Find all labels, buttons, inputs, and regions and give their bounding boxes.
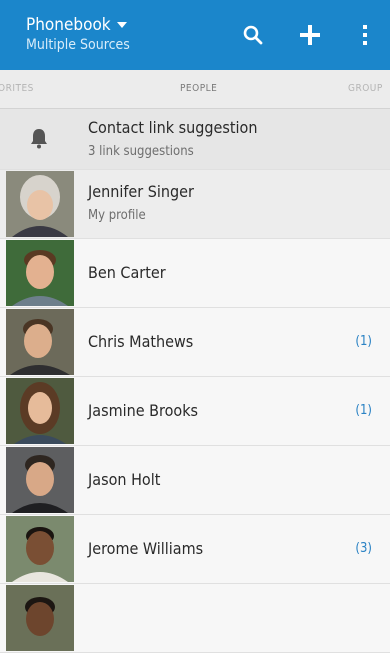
contact-name: Ben Carter: [88, 263, 166, 282]
suggestion-title: Contact link suggestion: [88, 118, 258, 137]
contact-subtitle: My profile: [88, 208, 146, 223]
contact-row[interactable]: Ben Carter: [0, 239, 390, 308]
contact-row[interactable]: Jason Holt: [0, 446, 390, 515]
phonebook-source-selector[interactable]: Phonebook Multiple Sources: [26, 14, 130, 54]
page-subtitle: Multiple Sources: [26, 37, 130, 53]
contact-name: Chris Mathews: [88, 332, 194, 351]
page-title: Phonebook: [26, 15, 111, 35]
tab-groups[interactable]: GROUP: [348, 83, 383, 94]
add-icon[interactable]: [295, 20, 325, 50]
contact-name: Jasmine Brooks: [88, 401, 199, 420]
tab-people[interactable]: PEOPLE: [180, 83, 217, 94]
unread-count-badge: (3): [355, 541, 372, 556]
contact-row[interactable]: Chris Mathews (1): [0, 308, 390, 377]
contact-row-partial[interactable]: [0, 584, 390, 653]
contact-row[interactable]: Jerome Williams (3): [0, 515, 390, 584]
suggestion-subtitle: 3 link suggestions: [88, 144, 194, 159]
avatar: [6, 240, 74, 306]
bell-icon: [28, 127, 50, 153]
avatar: [6, 585, 74, 651]
tab-bar: ORITES PEOPLE GROUP: [0, 70, 390, 109]
avatar: [6, 378, 74, 444]
avatar: [6, 171, 74, 237]
unread-count-badge: (1): [355, 403, 372, 418]
avatar: [6, 447, 74, 513]
chevron-down-icon: [116, 22, 127, 28]
contact-list: Contact link suggestion 3 link suggestio…: [0, 109, 390, 653]
more-vert-icon[interactable]: [350, 20, 380, 50]
contact-name: Jennifer Singer: [88, 182, 194, 201]
search-icon[interactable]: [238, 20, 268, 50]
avatar: [6, 516, 74, 582]
contact-row[interactable]: Jasmine Brooks (1): [0, 377, 390, 446]
app-header: Phonebook Multiple Sources: [0, 0, 390, 70]
contact-name: Jerome Williams: [88, 539, 204, 558]
contact-link-suggestion-row[interactable]: Contact link suggestion 3 link suggestio…: [0, 109, 390, 170]
contact-row[interactable]: Jennifer Singer My profile: [0, 170, 390, 239]
contact-name: Jason Holt: [88, 470, 161, 489]
unread-count-badge: (1): [355, 334, 372, 349]
avatar: [6, 309, 74, 375]
tab-favorites[interactable]: ORITES: [0, 83, 34, 94]
